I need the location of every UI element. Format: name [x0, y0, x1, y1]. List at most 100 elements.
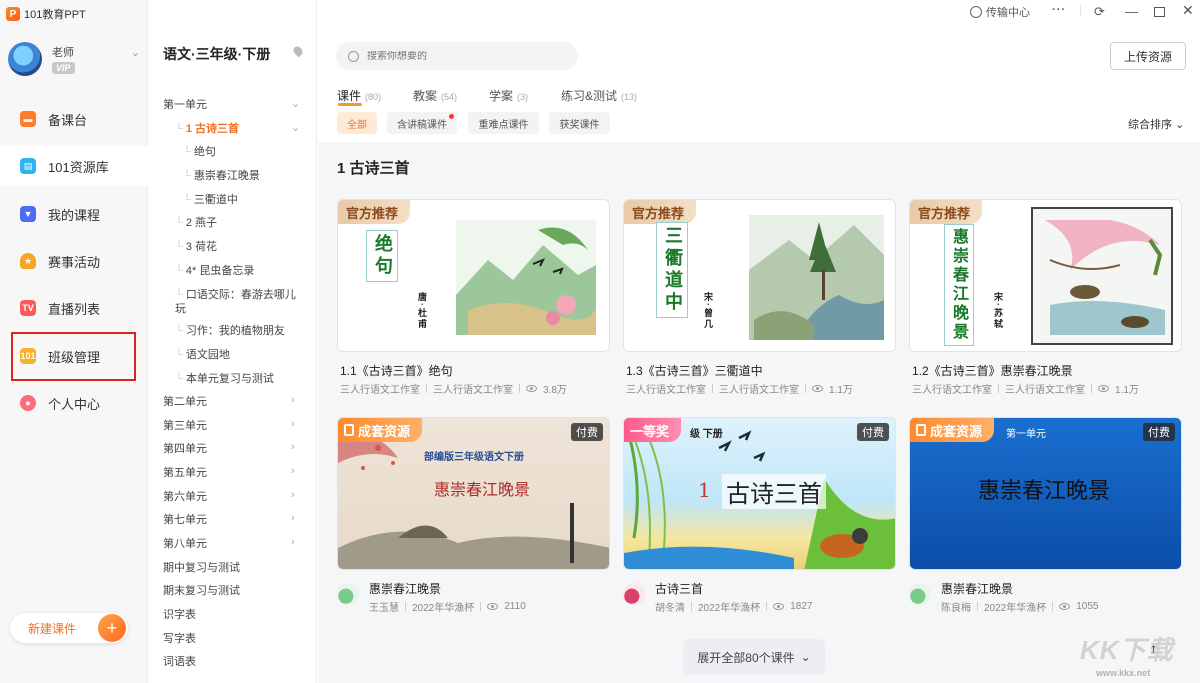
tree-unit[interactable]: 第五单元: [163, 466, 308, 480]
card-title[interactable]: 1.3《古诗三首》三衢道中: [626, 362, 763, 379]
resource-card[interactable]: 成套资源 付费 部编版三年级语文下册 惠崇春江晚景 惠崇春江晚景 王玉慧 202…: [337, 417, 610, 617]
tree-lesson[interactable]: └ 本单元复习与测试: [175, 372, 301, 386]
filter-chip-award[interactable]: 获奖课件: [549, 112, 610, 134]
card-thumbnail[interactable]: 成套资源 付费 第一单元 惠崇春江晚景: [909, 417, 1182, 570]
card-thumbnail[interactable]: 一等奖 付费 级 下册 1 古诗三首: [623, 417, 896, 570]
watermark-url: www.kkx.net: [1096, 668, 1151, 678]
tree-title[interactable]: 语文·三年级·下册: [163, 44, 270, 64]
plus-icon[interactable]: +: [98, 614, 126, 642]
location-pin-icon[interactable]: [291, 44, 305, 58]
tab-count: (3): [517, 92, 529, 102]
avatar[interactable]: [8, 42, 42, 76]
tab-label: 学案: [489, 89, 514, 103]
author-avatar[interactable]: [623, 583, 645, 605]
nav-item-library[interactable]: ▤ 101资源库: [0, 146, 148, 186]
chevron-right-icon[interactable]: ›: [291, 536, 295, 548]
tree-poem[interactable]: └ 绝句: [183, 145, 301, 159]
nav-item-desk[interactable]: ▬ 备课台: [0, 99, 148, 139]
watermark-logo: KK下载: [1080, 635, 1174, 665]
tree-unit[interactable]: 第二单元: [163, 395, 308, 409]
card-thumbnail[interactable]: 官方推荐 惠崇春江晚景 宋·苏轼: [909, 199, 1182, 352]
tree-lesson[interactable]: └ 2 燕子: [175, 216, 301, 230]
tree-section[interactable]: 期末复习与测试: [163, 584, 308, 598]
tree-lesson[interactable]: └ 4* 昆虫备忘录: [175, 264, 301, 278]
transfer-center-button[interactable]: 传输中心: [970, 4, 1030, 20]
chevron-right-icon[interactable]: ›: [291, 465, 295, 477]
close-icon[interactable]: ✕: [1182, 2, 1194, 19]
chevron-right-icon[interactable]: ›: [291, 394, 295, 406]
card-studio: 三人行语文工作室: [626, 385, 706, 396]
tree-unit[interactable]: 第八单元: [163, 537, 308, 551]
nav-item-events[interactable]: ★ 赛事活动: [0, 241, 148, 281]
maximize-icon[interactable]: [1154, 7, 1165, 17]
chevron-down-icon[interactable]: ⌄: [291, 97, 300, 110]
tree-branch-icon: └: [175, 241, 186, 253]
cover-title: 惠崇春江晚景: [978, 479, 1111, 504]
search-bar[interactable]: [336, 42, 578, 70]
expand-all-button[interactable]: 展开全部80个课件 ⌄: [683, 639, 825, 675]
tree-lesson[interactable]: └ 口语交际：春游去哪儿玩: [175, 288, 301, 316]
nav-item-label: 备课台: [48, 112, 88, 128]
author-avatar[interactable]: [909, 583, 931, 605]
resource-card[interactable]: 成套资源 付费 第一单元 惠崇春江晚景 惠崇春江晚景 陈良梅 2022年华渔杯 …: [909, 417, 1182, 617]
nav-item-personal-center[interactable]: ● 个人中心: [0, 383, 148, 423]
tab-courseware[interactable]: 课件 (80): [337, 87, 381, 104]
chevron-right-icon[interactable]: ›: [291, 418, 295, 430]
chevron-right-icon[interactable]: ›: [291, 441, 295, 453]
tree-unit[interactable]: 第三单元: [163, 419, 308, 433]
new-course-button[interactable]: 新建课件 +: [10, 613, 128, 643]
badge-label: 成套资源: [930, 423, 983, 439]
tree-section[interactable]: 词语表: [163, 655, 308, 669]
author-avatar[interactable]: [337, 583, 359, 605]
tree-lesson-label: 3 荷花: [185, 241, 218, 253]
resource-card[interactable]: 官方推荐 三衢道中 宋·曾几 1.3《古诗三首》三衢道中 三人行语文工作室 三人…: [623, 199, 896, 399]
divider: [998, 384, 999, 393]
card-title[interactable]: 1.1《古诗三首》绝句: [340, 362, 453, 379]
back-to-top-icon[interactable]: ↑: [1150, 640, 1157, 656]
tree-poem[interactable]: └ 三衢道中: [183, 193, 301, 207]
tree-lesson[interactable]: └ 习作：我的植物朋友: [175, 324, 301, 338]
chevron-right-icon[interactable]: ›: [291, 489, 295, 501]
tree-unit[interactable]: 第一单元: [163, 98, 308, 112]
tree-unit[interactable]: 第六单元: [163, 490, 308, 504]
tree-poem[interactable]: └ 惠崇春江晚景: [183, 169, 301, 183]
minimize-icon[interactable]: —: [1125, 4, 1138, 19]
card-title[interactable]: 惠崇春江晚景: [369, 580, 441, 597]
search-input[interactable]: [367, 50, 557, 62]
sort-dropdown[interactable]: 综合排序 ⌄: [1128, 116, 1184, 132]
more-icon[interactable]: ···: [1052, 4, 1066, 16]
tree-section[interactable]: 期中复习与测试: [163, 561, 308, 575]
tree-unit[interactable]: 第七单元: [163, 513, 308, 527]
card-thumbnail[interactable]: 官方推荐 三衢道中 宋·曾几: [623, 199, 896, 352]
tree-lesson[interactable]: └ 3 荷花: [175, 240, 301, 254]
filter-chip-key-points[interactable]: 重难点课件: [468, 112, 539, 134]
chevron-down-icon[interactable]: ⌄: [291, 121, 300, 134]
user-profile[interactable]: 老师 VIP ⌄: [8, 40, 140, 82]
tree-lesson-label: 2 燕子: [185, 217, 218, 229]
tree-section[interactable]: 写字表: [163, 632, 308, 646]
filter-chip-all[interactable]: 全部: [337, 112, 377, 134]
tree-lesson-current[interactable]: └ 1 古诗三首: [175, 122, 301, 136]
card-title[interactable]: 惠崇春江晚景: [941, 580, 1013, 597]
brand: P 101教育PPT: [6, 6, 86, 22]
chevron-down-icon[interactable]: ⌄: [131, 46, 140, 59]
tab-lesson-plan[interactable]: 教案 (54): [413, 87, 457, 104]
card-thumbnail[interactable]: 官方推荐 绝句 唐·杜甫: [337, 199, 610, 352]
card-thumbnail[interactable]: 成套资源 付费 部编版三年级语文下册 惠崇春江晚景: [337, 417, 610, 570]
refresh-icon[interactable]: ⟳: [1094, 4, 1105, 20]
nav-item-my-courses[interactable]: ▼ 我的课程: [0, 194, 148, 234]
card-title[interactable]: 1.2《古诗三首》惠崇春江晚景: [912, 362, 1073, 379]
chevron-right-icon[interactable]: ›: [291, 512, 295, 524]
tree-section[interactable]: 识字表: [163, 608, 308, 622]
tab-exercises[interactable]: 练习&测试 (13): [561, 87, 637, 104]
resource-card[interactable]: 官方推荐 绝句 唐·杜甫 1.1《古诗三首》绝句 三人行语文工作室 三人行语文工…: [337, 199, 610, 399]
resource-card[interactable]: 官方推荐 惠崇春江晚景 宋·苏轼 1.2《古诗三首》惠崇春江晚景 三人行语文工作…: [909, 199, 1182, 399]
tab-study-plan[interactable]: 学案 (3): [489, 87, 528, 104]
tree-unit[interactable]: 第四单元: [163, 442, 308, 456]
resource-card[interactable]: 一等奖 付费 级 下册 1 古诗三首 古诗三首 胡冬清 2022年华渔杯 182…: [623, 417, 896, 617]
upload-resource-button[interactable]: 上传资源: [1110, 42, 1186, 70]
tree-lesson[interactable]: └ 语文园地: [175, 348, 301, 362]
card-title[interactable]: 古诗三首: [655, 580, 703, 597]
nav-item-live[interactable]: TV 直播列表: [0, 288, 148, 328]
filter-chip-with-notes[interactable]: 含讲稿课件: [387, 112, 457, 134]
